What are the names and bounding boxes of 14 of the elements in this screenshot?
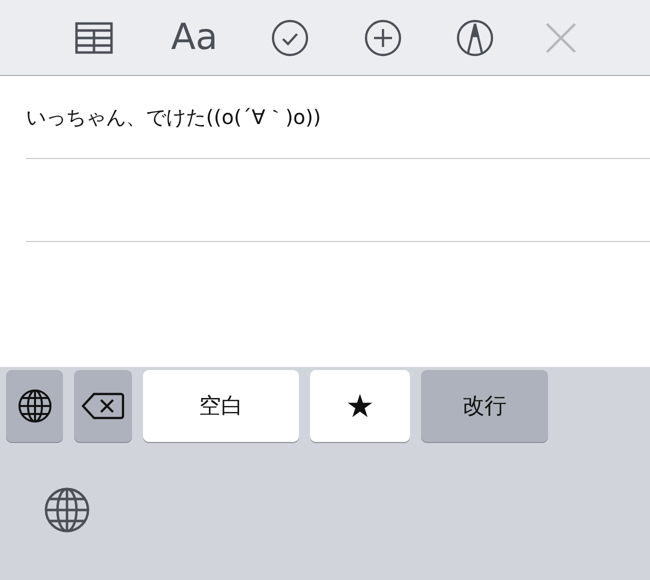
char-key[interactable]: ★ bbox=[310, 370, 410, 442]
return-key[interactable]: 改行 bbox=[421, 370, 548, 442]
space-key[interactable]: 空白 bbox=[143, 370, 299, 442]
plus-circle-icon[interactable] bbox=[364, 18, 402, 56]
table-icon[interactable] bbox=[75, 22, 113, 54]
backspace-icon bbox=[81, 392, 125, 420]
pen-tip-circle-icon[interactable] bbox=[456, 18, 494, 56]
text-format-button[interactable]: Aa bbox=[171, 20, 218, 56]
note-text: いっちゃん、でけた((o(´∀｀)o)) bbox=[26, 104, 321, 130]
globe-icon[interactable] bbox=[44, 487, 90, 533]
checkmark-circle-icon[interactable] bbox=[270, 18, 309, 56]
backspace-key[interactable] bbox=[74, 370, 132, 442]
globe-key[interactable] bbox=[6, 370, 63, 442]
globe-icon bbox=[18, 389, 52, 423]
